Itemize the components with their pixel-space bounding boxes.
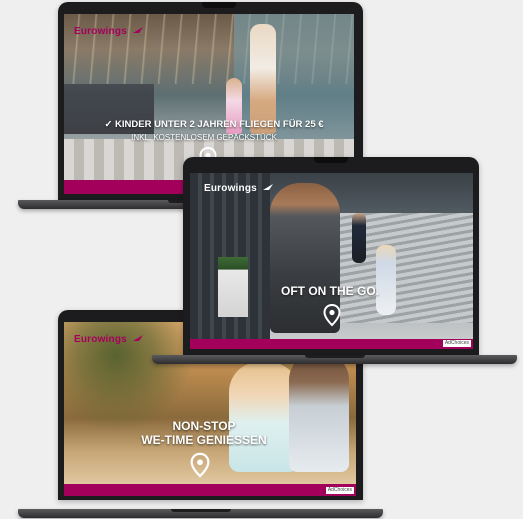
planter (218, 257, 248, 317)
brand-name: Eurowings (204, 183, 257, 194)
magenta-brand-bar (190, 339, 473, 349)
base-groove (170, 509, 231, 512)
background-person-2 (376, 245, 396, 315)
adchoices-badge[interactable]: AdChoices (442, 340, 471, 347)
person-adult-figure (250, 24, 276, 134)
ad-headline: ✓ KINDER UNTER 2 JAHREN FLIEGEN FÜR 25 € (104, 119, 324, 130)
wing-logo-icon (262, 184, 273, 190)
screen-bottom-bezel (64, 496, 356, 500)
wing-logo-icon (132, 27, 143, 33)
laptop-mockup-middle: Eurowings OFT ON THE GO. AdChoices (152, 157, 517, 369)
base-groove (304, 355, 365, 358)
background-person-1 (352, 213, 366, 263)
laptop-camera-notch (202, 2, 236, 8)
eurowings-logo: Eurowings (204, 183, 274, 194)
ad-headline-line2: WE-TIME GENIESSEN (141, 433, 267, 447)
location-pin-icon (323, 303, 341, 327)
ad-screen-2[interactable]: Eurowings OFT ON THE GO. AdChoices (190, 173, 473, 349)
wing-logo-icon (132, 335, 143, 341)
brand-name: Eurowings (74, 334, 127, 345)
adchoices-badge[interactable]: AdChoices (325, 487, 354, 494)
eurowings-logo: Eurowings (74, 334, 144, 345)
laptop-base (152, 355, 517, 364)
magenta-brand-bar (64, 484, 356, 496)
ad-subheadline: INKL. KOSTENLOSEM GEPÄCKSTÜCK (131, 133, 277, 142)
ad-headline: OFT ON THE GO. (281, 284, 379, 298)
laptop-camera-notch (314, 157, 348, 163)
couple-man-figure (289, 352, 349, 472)
laptop-base (18, 509, 383, 518)
location-pin-icon (190, 452, 210, 478)
eurowings-logo: Eurowings (74, 26, 144, 37)
brand-name: Eurowings (74, 26, 127, 37)
ad-headline-line1: NON-STOP (172, 419, 236, 433)
